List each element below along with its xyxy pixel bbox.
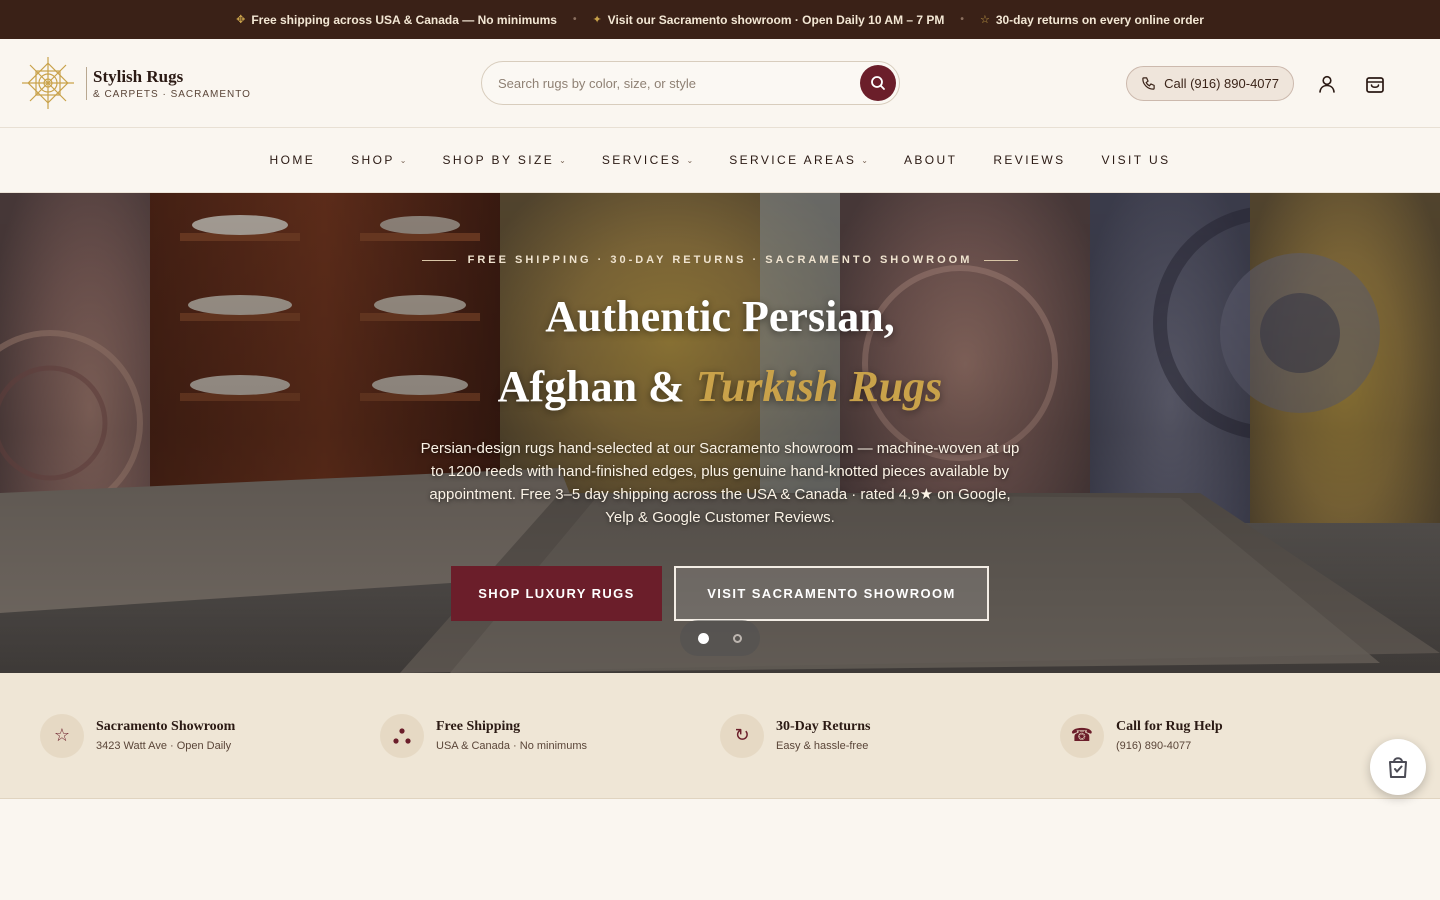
eyebrow-line [421, 259, 456, 261]
call-button-label: Call (916) 890-4077 [1164, 76, 1279, 91]
nav-label: REVIEWS [993, 153, 1066, 167]
nav-visit-us[interactable]: VISIT US [1101, 153, 1170, 167]
brand-name: Stylish Rugs [93, 66, 184, 86]
cart-button[interactable] [1360, 69, 1390, 99]
hero-eyebrow-text: FREE SHIPPING · 30-DAY RETURNS · SACRAME… [467, 254, 973, 266]
phone-icon: ☎ [1060, 713, 1104, 758]
hero-title-plain: Afghan & [497, 362, 696, 411]
feature-shipping: Free Shipping USA & Canada · No minimums [380, 713, 720, 758]
nav-services[interactable]: SERVICES ⌄ [602, 153, 693, 167]
refresh-icon: ↻ [720, 713, 764, 758]
nav-label: SERVICE AREAS [729, 153, 857, 167]
carousel-dots [680, 620, 760, 656]
chevron-down-icon: ⌄ [686, 155, 694, 165]
logo-mandala-icon [22, 57, 74, 109]
hero-cta-row: SHOP LUXURY RUGS VISIT SACRAMENTO SHOWRO… [0, 566, 1440, 621]
announcement-item-shipping: ✥ Free shipping across USA & Canada — No… [236, 13, 557, 27]
carousel-dot-1[interactable] [698, 632, 709, 644]
phone-icon [1142, 77, 1155, 90]
search-input[interactable] [498, 75, 860, 91]
announcement-text: 30-day returns on every online order [995, 12, 1204, 27]
divider-dot: • [572, 14, 577, 25]
nav-label: HOME [269, 153, 316, 167]
shopping-bag-badge-icon [1389, 757, 1407, 778]
chevron-down-icon: ⌄ [559, 155, 566, 165]
feature-title: Sacramento Showroom [96, 719, 236, 734]
nav-about[interactable]: ABOUT [904, 153, 957, 167]
chevron-down-icon: ⌄ [861, 155, 868, 165]
visit-showroom-button[interactable]: VISIT SACRAMENTO SHOWROOM [674, 566, 989, 621]
nav-label: VISIT US [1101, 153, 1171, 167]
star-outline-icon: ☆ [979, 14, 990, 26]
floating-shop-badge-button[interactable] [1370, 739, 1426, 795]
features-strip: ☆ Sacramento Showroom 3423 Watt Ave · Op… [0, 673, 1440, 799]
shop-luxury-rugs-button[interactable]: SHOP LUXURY RUGS [451, 566, 662, 621]
hero-content: FREE SHIPPING · 30-DAY RETURNS · SACRAME… [0, 193, 1440, 673]
feature-call: ☎ Call for Rug Help (916) 890-4077 [1060, 713, 1400, 758]
star-icon: ✦ [592, 14, 602, 26]
announcement-text: Free shipping across USA & Canada — No m… [251, 12, 557, 27]
nav-shop[interactable]: SHOP ⌄ [351, 153, 406, 167]
truck-dots-icon [380, 713, 424, 758]
search-icon [871, 76, 885, 90]
hero-eyebrow: FREE SHIPPING · 30-DAY RETURNS · SACRAME… [0, 254, 1440, 266]
feature-title: Call for Rug Help [1116, 719, 1223, 734]
search-bar [481, 61, 900, 105]
brand-tagline: & CARPETS · SACRAMENTO [93, 88, 251, 100]
main-nav: HOME SHOP ⌄ SHOP BY SIZE ⌄ SERVICES ⌄ SE… [0, 128, 1440, 193]
account-button[interactable] [1312, 69, 1342, 99]
announcement-text: Visit our Sacramento showroom · Open Dai… [607, 12, 945, 27]
nav-label: SHOP BY SIZE [442, 153, 555, 167]
hero-title-line2: Afghan & Turkish Rugs [0, 361, 1440, 412]
call-button[interactable]: Call (916) 890-4077 [1126, 66, 1294, 101]
announcement-item-showroom: ✦ Visit our Sacramento showroom · Open D… [592, 13, 944, 27]
carousel-dot-2[interactable] [733, 633, 742, 643]
logo-link[interactable]: Stylish Rugs & CARPETS · SACRAMENTO [20, 55, 480, 111]
hero-title-line1: Authentic Persian, [545, 292, 895, 341]
hero-title-accent: Turkish Rugs [695, 362, 943, 411]
feature-subtitle: (916) 890-4077 [1116, 740, 1192, 752]
divider-dot: • [960, 14, 964, 25]
feature-subtitle: Easy & hassle-free [776, 740, 869, 752]
feature-subtitle: USA & Canada · No minimums [436, 740, 587, 752]
chevron-down-icon: ⌄ [399, 155, 407, 165]
star-icon: ☆ [40, 713, 84, 758]
eyebrow-line [984, 259, 1019, 261]
shopping-bag-icon [1366, 76, 1384, 93]
feature-subtitle: 3423 Watt Ave · Open Daily [96, 740, 232, 752]
header-actions: Call (916) 890-4077 [1126, 66, 1390, 101]
hero-carousel: FREE SHIPPING · 30-DAY RETURNS · SACRAME… [0, 193, 1440, 673]
site-header: Stylish Rugs & CARPETS · SACRAMENTO Call… [0, 39, 1440, 128]
diamond-icon: ✥ [236, 14, 246, 26]
announcement-item-returns: ☆ 30-day returns on every online order [980, 13, 1204, 27]
feature-returns: ↻ 30-Day Returns Easy & hassle-free [720, 713, 1060, 758]
feature-title: Free Shipping [436, 719, 521, 734]
nav-label: ABOUT [903, 153, 958, 167]
logo-text: Stylish Rugs & CARPETS · SACRAMENTO [86, 66, 251, 100]
nav-shop-by-size[interactable]: SHOP BY SIZE ⌄ [442, 153, 565, 167]
nav-home[interactable]: HOME [270, 153, 316, 167]
nav-reviews[interactable]: REVIEWS [993, 153, 1065, 167]
user-icon [1319, 75, 1335, 93]
search-button[interactable] [860, 65, 896, 101]
announcement-bar: ✥ Free shipping across USA & Canada — No… [0, 0, 1440, 39]
feature-showroom: ☆ Sacramento Showroom 3423 Watt Ave · Op… [40, 713, 380, 758]
nav-label: SHOP [351, 153, 395, 167]
feature-title: 30-Day Returns [776, 719, 871, 734]
nav-label: SERVICES [601, 153, 682, 167]
hero-description: Persian-design rugs hand-selected at our… [420, 440, 1020, 526]
nav-service-areas[interactable]: SERVICE AREAS ⌄ [729, 153, 868, 167]
